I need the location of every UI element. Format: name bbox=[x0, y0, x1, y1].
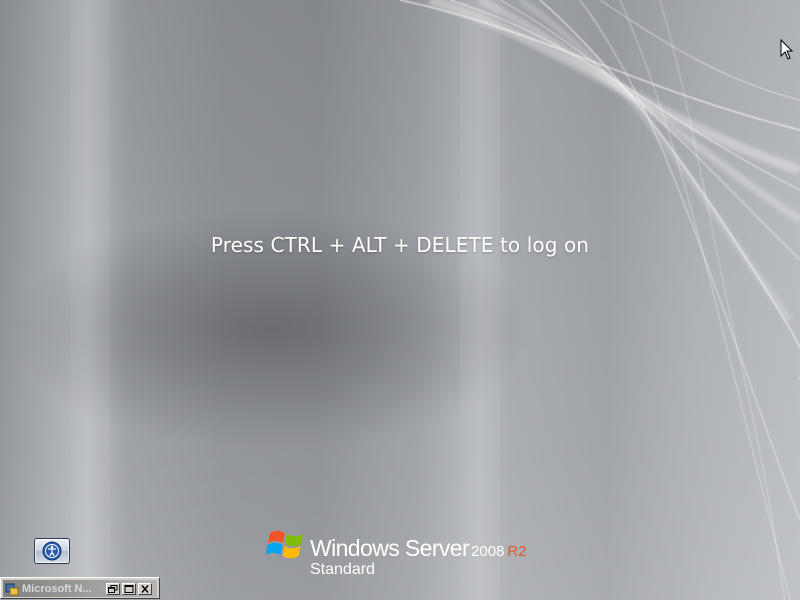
maximize-button[interactable] bbox=[122, 582, 136, 595]
ease-of-access-icon bbox=[42, 541, 62, 561]
minimized-window[interactable]: Microsoft N... bbox=[0, 577, 160, 599]
logon-screen: Press CTRL + ALT + DELETE to log on Wind… bbox=[0, 0, 800, 600]
windows-server-logo: Windows Server 2008 R2 Standard bbox=[266, 525, 566, 585]
app-icon bbox=[5, 583, 19, 595]
product-name: Windows Server 2008 R2 bbox=[310, 535, 527, 562]
ease-of-access-button[interactable] bbox=[34, 538, 70, 564]
background-swoosh bbox=[70, 0, 800, 600]
close-icon bbox=[141, 584, 149, 593]
close-button[interactable] bbox=[138, 582, 152, 595]
product-version: 2008 bbox=[471, 543, 505, 560]
product-release: R2 bbox=[507, 543, 527, 560]
product-title: Windows Server bbox=[310, 535, 470, 561]
maximize-icon bbox=[124, 584, 134, 593]
minimized-window-title: Microsoft N... bbox=[22, 582, 92, 595]
restore-icon bbox=[108, 584, 118, 593]
logon-prompt: Press CTRL + ALT + DELETE to log on bbox=[210, 233, 590, 257]
arrow-cursor-icon bbox=[780, 39, 794, 60]
minimized-window-titlebar[interactable]: Microsoft N... bbox=[3, 580, 157, 597]
restore-button[interactable] bbox=[106, 582, 120, 595]
product-edition: Standard bbox=[310, 561, 375, 578]
windows-flag-icon bbox=[266, 530, 303, 559]
